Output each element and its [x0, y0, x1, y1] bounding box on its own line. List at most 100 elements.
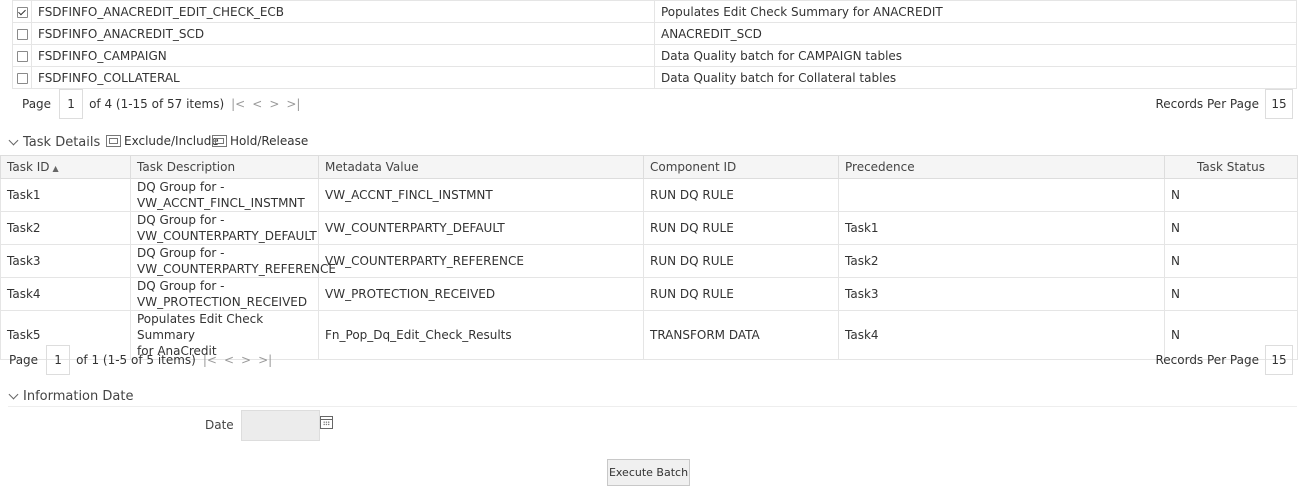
task-precedence: Task3	[838, 277, 1165, 311]
page-number-input[interactable]: 1	[59, 89, 84, 119]
task-description-line1: DQ Group for -	[137, 279, 225, 293]
records-per-page-input[interactable]: 15	[1265, 345, 1293, 375]
exclude-include-label: Exclude/Include	[124, 134, 219, 148]
task-component-id: RUN DQ RULE	[643, 178, 839, 212]
chevron-down-icon	[8, 135, 19, 146]
calendar-icon[interactable]	[320, 416, 333, 429]
task-description-line1: DQ Group for -	[137, 246, 225, 260]
task-metadata-value: Fn_Pop_Dq_Edit_Check_Results	[318, 310, 644, 360]
batch-row[interactable]: FSDFINFO_ANACREDIT_EDIT_CHECK_ECB Populat…	[12, 0, 1297, 23]
next-page-icon[interactable]: >	[241, 353, 251, 367]
task-description-line1: DQ Group for -	[137, 213, 225, 227]
first-page-icon[interactable]: |<	[203, 353, 217, 367]
task-details-title: Task Details	[23, 135, 101, 150]
batch-checkbox[interactable]	[16, 28, 28, 40]
hold-release-label: Hold/Release	[230, 134, 309, 148]
task-component-id: RUN DQ RULE	[643, 277, 839, 311]
batch-description: Populates Edit Check Summary for ANACRED…	[654, 0, 1297, 23]
last-page-icon[interactable]: >|	[286, 97, 300, 111]
task-description: DQ Group for - VW_ACCNT_FINCL_INSTMNT	[130, 178, 319, 212]
task-status: N	[1164, 211, 1298, 245]
execute-batch-button[interactable]: Execute Batch	[607, 459, 690, 486]
batch-description: Data Quality batch for CAMPAIGN tables	[654, 44, 1297, 67]
task-row[interactable]: Task3 DQ Group for - VW_COUNTERPARTY_REFER…	[0, 244, 1298, 278]
exclude-include-icon	[106, 135, 121, 147]
column-task-status[interactable]: Task Status	[1164, 155, 1298, 179]
records-per-page-label: Records Per Page	[1155, 353, 1259, 367]
hold-release-icon	[212, 135, 227, 147]
batch-checkbox-cell[interactable]	[12, 44, 32, 67]
task-status: N	[1164, 178, 1298, 212]
batch-name: FSDFINFO_ANACREDIT_SCD	[31, 22, 655, 45]
batch-checkbox-cell[interactable]	[12, 22, 32, 45]
task-precedence: Task2	[838, 244, 1165, 278]
task-id: Task2	[0, 211, 131, 245]
task-precedence: Task4	[838, 310, 1165, 360]
task-status: N	[1164, 244, 1298, 278]
next-page-icon[interactable]: >	[269, 97, 279, 111]
batch-name: FSDFINFO_CAMPAIGN	[31, 44, 655, 67]
records-per-page-input[interactable]: 15	[1265, 89, 1293, 119]
task-description: DQ Group for - VW_COUNTERPARTY_DEFAULT	[130, 211, 319, 245]
task-description-line2: VW_PROTECTION_RECEIVED	[137, 295, 308, 309]
task-id: Task1	[0, 178, 131, 212]
batch-checkbox[interactable]	[16, 72, 28, 84]
task-records-per-page: Records Per Page 15	[1155, 345, 1293, 375]
task-metadata-value: VW_COUNTERPARTY_DEFAULT	[318, 211, 644, 245]
task-table: Task ID ▲ Task Description Metadata Value…	[0, 155, 1298, 360]
batch-name: FSDFINFO_ANACREDIT_EDIT_CHECK_ECB	[31, 0, 655, 23]
records-per-page-label: Records Per Page	[1155, 97, 1259, 111]
batch-checkbox[interactable]	[16, 6, 28, 18]
task-pagination: Page 1 of 1 (1-5 of 5 items) |< < > >|	[2, 345, 272, 375]
task-precedence	[838, 178, 1165, 212]
task-id: Task4	[0, 277, 131, 311]
task-table-header: Task ID ▲ Task Description Metadata Value…	[0, 155, 1298, 179]
batch-checkbox-cell[interactable]	[12, 0, 32, 23]
hold-release-button[interactable]: Hold/Release	[212, 134, 308, 148]
column-task-description[interactable]: Task Description	[130, 155, 319, 179]
batch-checkbox-cell[interactable]	[12, 66, 32, 89]
exclude-include-button[interactable]: Exclude/Include	[106, 134, 219, 148]
task-component-id: TRANSFORM DATA	[643, 310, 839, 360]
date-input[interactable]	[241, 410, 320, 441]
batch-description: Data Quality batch for Collateral tables	[654, 66, 1297, 89]
task-details-toggle[interactable]: Task Details	[8, 135, 101, 150]
column-precedence[interactable]: Precedence	[838, 155, 1165, 179]
information-date-toggle[interactable]: Information Date	[8, 389, 134, 404]
task-description-line2: VW_COUNTERPARTY_REFERENCE	[137, 262, 336, 276]
information-date-title: Information Date	[23, 389, 134, 404]
column-metadata-value[interactable]: Metadata Value	[318, 155, 644, 179]
prev-page-icon[interactable]: <	[252, 97, 262, 111]
task-row[interactable]: Task1 DQ Group for - VW_ACCNT_FINCL_INSTMN…	[0, 178, 1298, 212]
chevron-down-icon	[8, 389, 19, 400]
task-metadata-value: VW_ACCNT_FINCL_INSTMNT	[318, 178, 644, 212]
task-precedence: Task1	[838, 211, 1165, 245]
page-label: Page	[22, 97, 52, 111]
prev-page-icon[interactable]: <	[224, 353, 234, 367]
section-divider	[8, 406, 1297, 407]
task-component-id: RUN DQ RULE	[643, 211, 839, 245]
column-task-id-label: Task ID	[7, 160, 50, 174]
task-row[interactable]: Task2 DQ Group for - VW_COUNTERPARTY_DEFAU…	[0, 211, 1298, 245]
batch-row[interactable]: FSDFINFO_ANACREDIT_SCD ANACREDIT_SCD	[12, 22, 1297, 45]
task-status: N	[1164, 277, 1298, 311]
page-number-input[interactable]: 1	[46, 345, 71, 375]
batch-row[interactable]: FSDFINFO_CAMPAIGN Data Quality batch for …	[12, 44, 1297, 67]
task-description-line2: VW_ACCNT_FINCL_INSTMNT	[137, 196, 305, 210]
task-component-id: RUN DQ RULE	[643, 244, 839, 278]
task-description-line1: DQ Group for -	[137, 180, 225, 194]
page-summary: of 1 (1-5 of 5 items)	[76, 353, 196, 367]
first-page-icon[interactable]: |<	[231, 97, 245, 111]
batch-name: FSDFINFO_COLLATERAL	[31, 66, 655, 89]
task-row[interactable]: Task4 DQ Group for - VW_PROTECTION_RECEIVE…	[0, 277, 1298, 311]
sort-ascending-icon: ▲	[52, 164, 59, 173]
task-description-line2: VW_COUNTERPARTY_DEFAULT	[137, 229, 317, 243]
batch-description: ANACREDIT_SCD	[654, 22, 1297, 45]
batch-row[interactable]: FSDFINFO_COLLATERAL Data Quality batch fo…	[12, 66, 1297, 89]
column-component-id[interactable]: Component ID	[643, 155, 839, 179]
last-page-icon[interactable]: >|	[258, 353, 272, 367]
column-task-id[interactable]: Task ID ▲	[0, 155, 131, 179]
page-summary: of 4 (1-15 of 57 items)	[89, 97, 225, 111]
task-description-line1: Populates Edit Check Summary	[137, 312, 264, 342]
batch-checkbox[interactable]	[16, 50, 28, 62]
